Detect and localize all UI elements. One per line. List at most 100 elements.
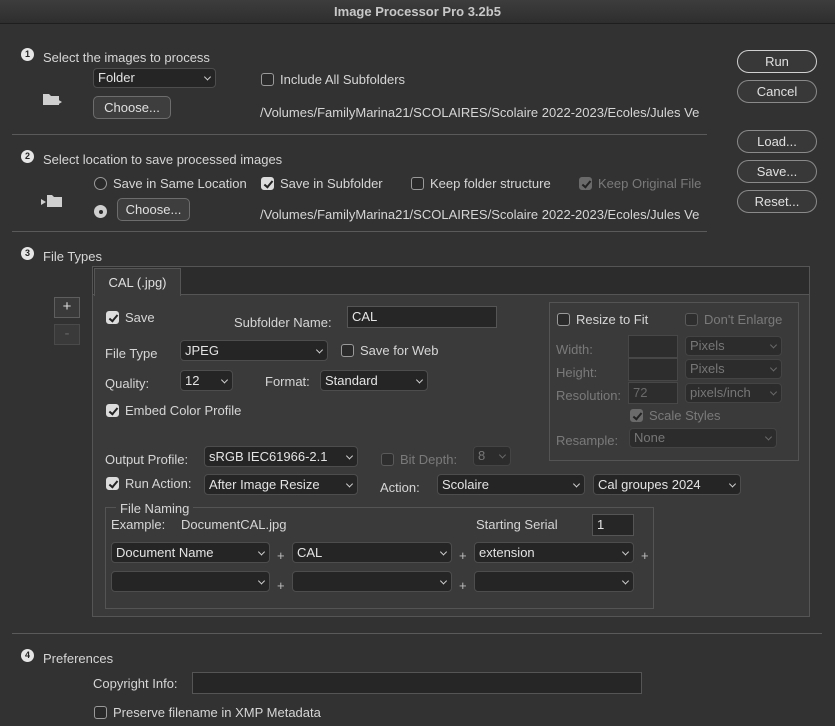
format-select[interactable]: Standard bbox=[320, 370, 428, 391]
tab-cal-jpg[interactable]: CAL (.jpg) bbox=[94, 268, 181, 296]
width-label: Width: bbox=[556, 342, 593, 357]
naming-1-2-value: CAL bbox=[297, 545, 323, 560]
arrow-folder-icon bbox=[41, 195, 62, 207]
keep-folder-structure-checkbox[interactable] bbox=[411, 177, 424, 190]
scale-styles-checkbox[interactable] bbox=[630, 409, 643, 422]
save-for-web-checkbox[interactable] bbox=[341, 344, 354, 357]
chevron-down-icon bbox=[769, 341, 778, 349]
run-action-when-value: After Image Resize bbox=[209, 477, 320, 492]
preserve-filename-checkbox[interactable] bbox=[94, 706, 107, 719]
chevron-down-icon bbox=[345, 451, 354, 460]
file-naming-title: File Naming bbox=[116, 501, 194, 516]
plus-separator: + bbox=[641, 548, 649, 563]
section3-heading: File Types bbox=[43, 249, 103, 264]
naming-1-2-select[interactable]: CAL bbox=[292, 542, 452, 563]
choose-source-button[interactable]: Choose... bbox=[93, 96, 171, 119]
divider bbox=[12, 231, 707, 232]
starting-serial-input[interactable]: 1 bbox=[592, 514, 634, 536]
resolution-input[interactable]: 72 bbox=[628, 382, 678, 404]
plus-separator: + bbox=[277, 548, 285, 563]
chevron-down-icon bbox=[769, 364, 778, 372]
chevron-down-icon bbox=[315, 345, 324, 354]
height-unit-select[interactable]: Pixels bbox=[685, 359, 782, 379]
example-value: DocumentCAL.jpg bbox=[181, 517, 287, 532]
keep-original-label: Keep Original File bbox=[598, 176, 702, 191]
bit-depth-label: Bit Depth: bbox=[400, 452, 458, 467]
divider bbox=[12, 633, 822, 634]
action-label: Action: bbox=[380, 480, 420, 495]
resample-value: None bbox=[634, 430, 666, 445]
copyright-label: Copyright Info: bbox=[93, 676, 178, 691]
chevron-down-icon bbox=[415, 375, 424, 384]
dont-enlarge-checkbox[interactable] bbox=[685, 313, 698, 326]
embed-color-profile-checkbox[interactable] bbox=[106, 404, 119, 417]
save-in-subfolder-checkbox[interactable] bbox=[261, 177, 274, 190]
naming-2-3-select[interactable] bbox=[474, 571, 634, 592]
add-file-type-button[interactable]: + bbox=[54, 297, 80, 318]
copyright-input[interactable] bbox=[192, 672, 642, 694]
quality-value: 12 bbox=[185, 373, 200, 388]
width-input[interactable] bbox=[628, 335, 678, 358]
file-type-tabbar bbox=[93, 267, 809, 295]
resolution-label: Resolution: bbox=[556, 388, 622, 403]
save-custom-location-radio[interactable] bbox=[94, 205, 107, 218]
chevron-down-icon bbox=[345, 479, 354, 488]
run-action-checkbox[interactable] bbox=[106, 477, 119, 490]
output-profile-value: sRGB IEC61966-2.1 bbox=[209, 449, 328, 464]
run-button[interactable]: Run bbox=[737, 50, 817, 73]
source-select[interactable]: Folder bbox=[93, 68, 216, 88]
quality-label: Quality: bbox=[105, 376, 150, 391]
resize-to-fit-checkbox[interactable] bbox=[557, 313, 570, 326]
bit-depth-value: 8 bbox=[478, 448, 486, 463]
quality-select[interactable]: 12 bbox=[180, 370, 233, 391]
naming-2-1-select[interactable] bbox=[111, 571, 270, 592]
dont-enlarge-label: Don't Enlarge bbox=[704, 312, 783, 327]
chevron-down-icon bbox=[621, 576, 630, 585]
resolution-unit-select[interactable]: pixels/inch bbox=[685, 383, 782, 403]
save-filetype-checkbox[interactable] bbox=[106, 311, 119, 324]
bit-depth-select[interactable]: 8 bbox=[473, 446, 511, 466]
action-set-select[interactable]: Scolaire bbox=[437, 474, 585, 495]
plus-separator: + bbox=[459, 578, 467, 593]
file-type-value: JPEG bbox=[185, 343, 219, 358]
subfolder-name-input[interactable]: CAL bbox=[347, 306, 497, 328]
chevron-down-icon bbox=[764, 433, 773, 441]
height-input[interactable] bbox=[628, 358, 678, 381]
section2-heading: Select location to save processed images bbox=[43, 152, 283, 167]
destination-path: /Volumes/FamilyMarina21/SCOLAIRES/Scolai… bbox=[260, 207, 700, 222]
resize-to-fit-label: Resize to Fit bbox=[576, 312, 649, 327]
naming-2-2-select[interactable] bbox=[292, 571, 452, 592]
plus-separator: + bbox=[277, 578, 285, 593]
choose-destination-button[interactable]: Choose... bbox=[117, 198, 190, 221]
run-action-label: Run Action: bbox=[125, 476, 192, 491]
chevron-down-icon bbox=[572, 479, 581, 488]
keep-original-checkbox[interactable] bbox=[579, 177, 592, 190]
action-select[interactable]: Cal groupes 2024 bbox=[593, 474, 741, 495]
load-button[interactable]: Load... bbox=[737, 130, 817, 153]
example-label: Example: bbox=[111, 517, 166, 532]
save-same-location-radio[interactable] bbox=[94, 177, 107, 190]
step-4-badge: 4 bbox=[21, 649, 34, 662]
width-unit-select[interactable]: Pixels bbox=[685, 336, 782, 356]
file-type-select[interactable]: JPEG bbox=[180, 340, 328, 361]
naming-1-3-value: extension bbox=[479, 545, 535, 560]
chevron-down-icon bbox=[257, 576, 266, 585]
chevron-down-icon bbox=[203, 73, 212, 81]
naming-1-1-select[interactable]: Document Name bbox=[111, 542, 270, 563]
chevron-down-icon bbox=[439, 547, 448, 556]
cancel-button[interactable]: Cancel bbox=[737, 80, 817, 103]
remove-file-type-button[interactable]: - bbox=[54, 324, 80, 345]
include-subfolders-label: Include All Subfolders bbox=[280, 72, 406, 87]
include-subfolders-checkbox[interactable] bbox=[261, 73, 274, 86]
naming-1-3-select[interactable]: extension bbox=[474, 542, 634, 563]
run-action-when-select[interactable]: After Image Resize bbox=[204, 474, 358, 495]
reset-button[interactable]: Reset... bbox=[737, 190, 817, 213]
resample-select[interactable]: None bbox=[629, 428, 777, 448]
save-same-location-label: Save in Same Location bbox=[113, 176, 247, 191]
save-settings-button[interactable]: Save... bbox=[737, 160, 817, 183]
output-profile-select[interactable]: sRGB IEC61966-2.1 bbox=[204, 446, 358, 467]
keep-folder-structure-label: Keep folder structure bbox=[430, 176, 551, 191]
bit-depth-checkbox[interactable] bbox=[381, 453, 394, 466]
chevron-down-icon bbox=[769, 388, 778, 396]
scale-styles-label: Scale Styles bbox=[649, 408, 721, 423]
